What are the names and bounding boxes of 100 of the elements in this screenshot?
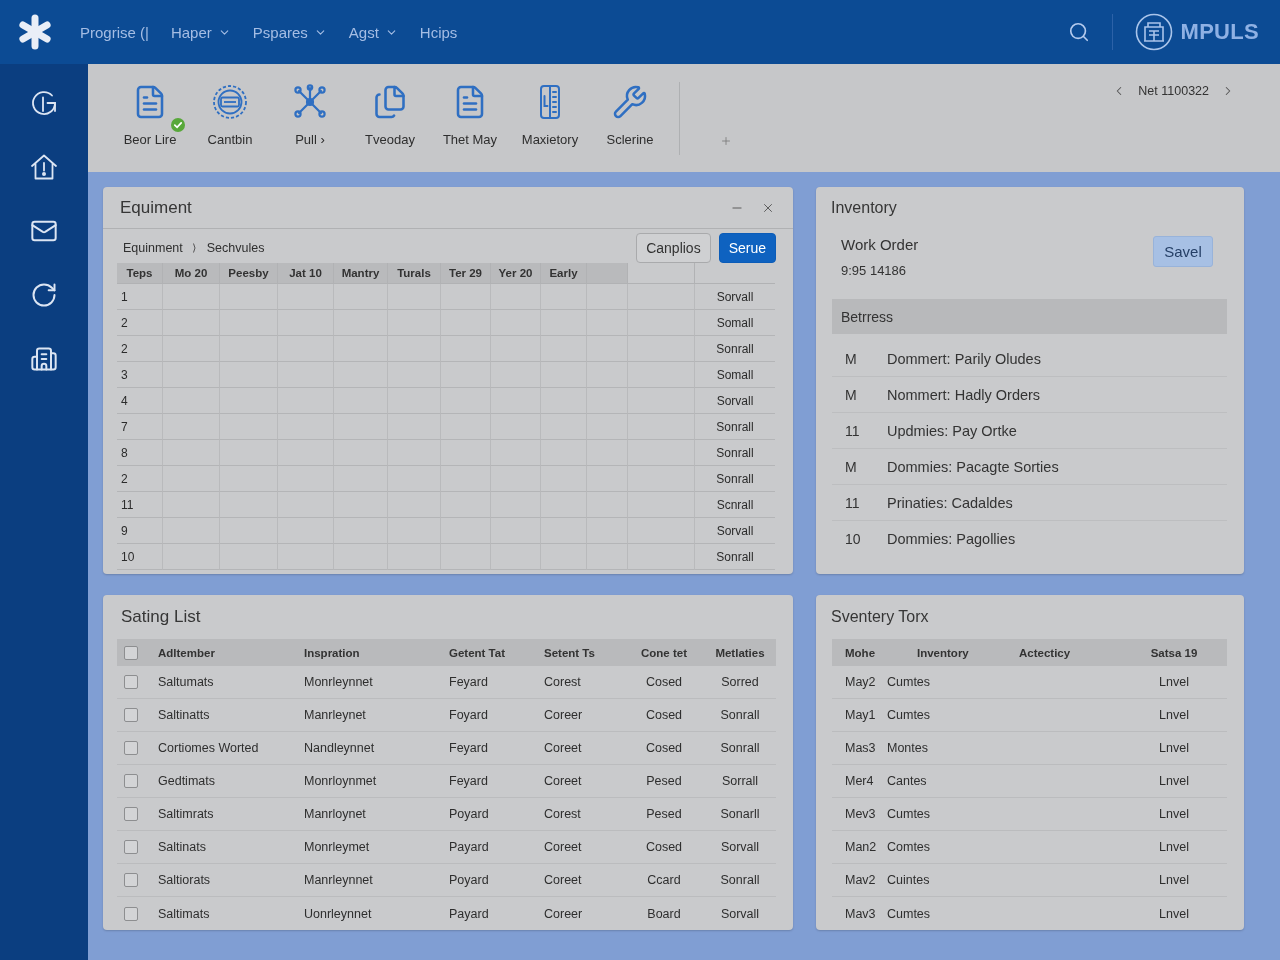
table-cell: Mav2 — [832, 864, 887, 897]
search-icon[interactable] — [1067, 21, 1090, 43]
plus-icon[interactable] — [720, 135, 732, 147]
toolbar-button[interactable]: Thet May — [430, 84, 510, 147]
table-cell: Cuintes — [887, 864, 1017, 897]
table-cell: 9 — [117, 518, 163, 544]
table-cell: 2 — [117, 310, 163, 336]
checkbox[interactable] — [124, 741, 138, 755]
nav-menu-item[interactable]: Progrise (| — [80, 19, 149, 45]
item-code: 11 — [845, 494, 860, 511]
table-cell-text: Board — [646, 905, 682, 923]
table-cell: Sorvall — [695, 388, 775, 414]
table-cell: Lnvel — [1121, 699, 1227, 732]
checkbox[interactable] — [124, 906, 138, 921]
item-text: Dommert: Parily Oludes — [887, 350, 1041, 367]
table-cell: Lnvel — [1121, 798, 1227, 831]
table-cell: Mev3 — [832, 798, 887, 831]
table-cell: Sorred — [704, 666, 776, 699]
home-alert-icon[interactable] — [30, 153, 58, 181]
building-icon[interactable] — [30, 345, 58, 373]
table-cell: Manrleynnet — [304, 864, 449, 897]
column-header: Peesby — [220, 263, 278, 284]
table-cell-text: Cumtes — [887, 905, 932, 923]
item-code: M — [845, 386, 857, 403]
table-cell-text: Lnvel — [1158, 905, 1190, 923]
checkbox[interactable] — [124, 645, 138, 660]
breadcrumb-link[interactable]: Sechvules — [206, 241, 265, 255]
column-header: Mo 20 — [163, 263, 220, 284]
table-cell: 10 — [117, 544, 163, 570]
table-cell: Coreet — [544, 765, 624, 798]
table-cell: Lnvel — [1121, 864, 1227, 897]
checkbox[interactable] — [124, 774, 138, 788]
column-header: Early — [541, 263, 587, 284]
column-header: Turals — [388, 263, 441, 284]
column-header: Teps — [117, 263, 163, 284]
table-cell: Sorvall — [695, 284, 775, 310]
table-cell: 1 — [117, 284, 163, 310]
item-code: 10 — [845, 531, 861, 547]
dial-icon[interactable] — [30, 89, 58, 117]
table-cell: Cosed — [624, 699, 704, 732]
table-cell-text: Coreer — [544, 905, 584, 923]
empty-cell — [388, 284, 441, 310]
toolbar-button[interactable]: Sclerine — [590, 84, 670, 147]
toolbar-button[interactable]: Maxietory — [510, 84, 590, 147]
item-code: 11 — [845, 422, 860, 439]
checkbox[interactable] — [124, 675, 138, 689]
toolbar-button[interactable]: Pull › — [270, 84, 350, 147]
table-cell: 4 — [117, 388, 163, 414]
table-cell: Lnvel — [1121, 732, 1227, 765]
table-cell: Monrleymet — [304, 831, 449, 864]
toolbar-button[interactable]: Tveoday — [350, 84, 430, 147]
seal-icon — [212, 84, 248, 120]
breadcrumb-link[interactable]: Equinment — [123, 241, 183, 255]
table-cell: Feyard — [449, 765, 544, 798]
table-cell: Cortiomes Worted — [158, 732, 304, 765]
panel-title: Sating List — [121, 607, 201, 627]
table-cell: May2 — [832, 666, 887, 699]
table-cell: Saltimrats — [158, 798, 304, 831]
table-cell: 7 — [117, 414, 163, 440]
checkbox[interactable] — [124, 807, 138, 821]
save-button[interactable]: Savel — [1153, 236, 1213, 267]
table-cell: 11 — [117, 492, 163, 518]
nav-menu-item[interactable]: Haper — [170, 19, 231, 45]
table-cell: Saltinatts — [158, 699, 304, 732]
checkbox[interactable] — [124, 840, 138, 854]
table-cell: Cosed — [624, 732, 704, 765]
section-header: Betrress — [832, 299, 1227, 334]
table-cell: May1 — [832, 699, 887, 732]
table-cell: Nandleynnet — [304, 732, 449, 765]
empty-cell — [220, 284, 278, 310]
column-header: Satsa 19 — [1121, 639, 1227, 666]
nav-menu-item[interactable]: Agst — [348, 19, 398, 45]
empty-cell — [587, 284, 628, 310]
nav-menu-item[interactable]: Hcips — [419, 19, 458, 45]
table-cell: Feyard — [449, 732, 544, 765]
table-cell: Pesed — [624, 798, 704, 831]
toolbar-button[interactable]: Beor Lire — [110, 84, 190, 147]
brand-name: MPULS — [1180, 19, 1259, 45]
breadcrumb-separator-icon — [192, 243, 197, 253]
nav-menu-item[interactable]: Pspares — [252, 19, 327, 45]
empty-cell — [441, 284, 491, 310]
table-cell: Feyard — [449, 666, 544, 699]
item-text: Prinaties: Cadaldes — [887, 494, 1013, 511]
column-header: Actecticy — [1017, 639, 1121, 666]
toolbar-button[interactable]: Cantbin — [190, 84, 270, 147]
checkbox[interactable] — [124, 873, 138, 887]
column-header: Jat 10 — [278, 263, 334, 284]
refresh-icon[interactable] — [30, 281, 58, 309]
table-cell: Monrloynmet — [304, 765, 449, 798]
primary-button[interactable]: Serue — [718, 233, 776, 263]
checkbox[interactable] — [124, 708, 138, 722]
table-cell: Sonrall — [695, 544, 775, 570]
table-cell: Lnvel — [1121, 765, 1227, 798]
table-cell: Mer4 — [832, 765, 887, 798]
table-cell: Sonrall — [695, 440, 775, 466]
table-cell: Sonrall — [704, 699, 776, 732]
table-cell: Coreet — [544, 831, 624, 864]
item-text: Dommies: Pagollies — [887, 531, 1016, 547]
table-cell: Saltinats — [158, 831, 304, 864]
secondary-button[interactable]: Canplios — [636, 233, 711, 263]
